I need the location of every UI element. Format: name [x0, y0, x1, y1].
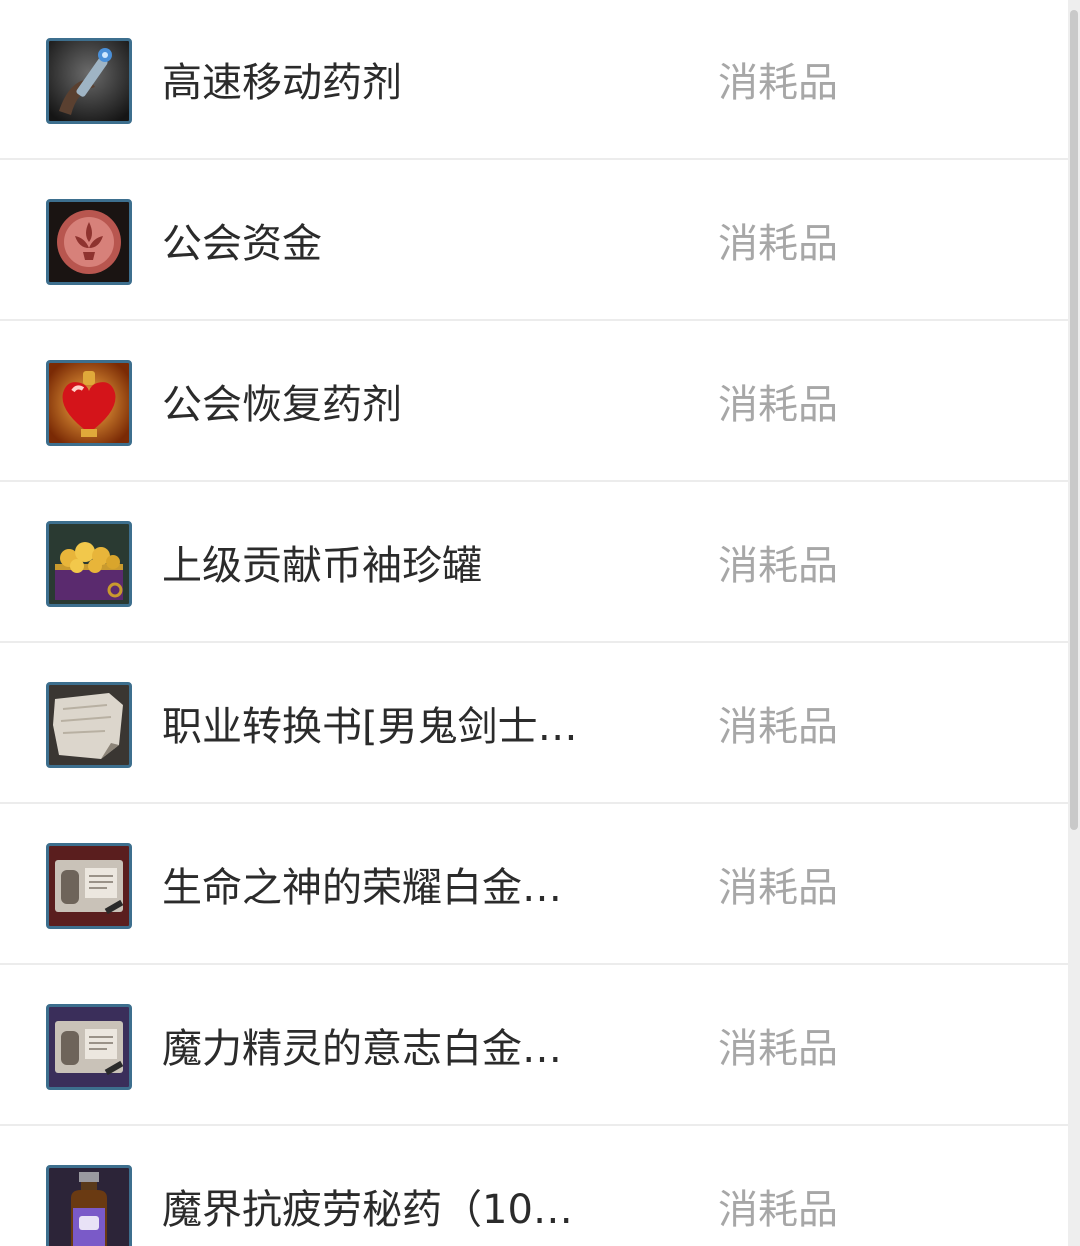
item-type: 消耗品	[718, 1026, 838, 1072]
scroll-icon	[46, 682, 132, 768]
item-name: 魔界抗疲劳秘药（10…	[162, 1187, 573, 1233]
list-item[interactable]: 魔界抗疲劳秘药（10… 消耗品	[0, 1127, 1068, 1246]
platinum-box-icon	[46, 843, 132, 929]
item-type: 消耗品	[718, 543, 838, 589]
item-type: 消耗品	[718, 60, 838, 106]
item-name: 生命之神的荣耀白金…	[162, 865, 562, 911]
list-item[interactable]: 魔力精灵的意志白金… 消耗品	[0, 966, 1068, 1126]
item-list: 高速移动药剂 消耗品 公会资金 消耗品 公会恢复药剂 消耗品 上级贡献币袖珍罐 …	[0, 0, 1068, 1246]
scrollbar[interactable]	[1068, 0, 1080, 1246]
item-name: 魔力精灵的意志白金…	[162, 1026, 562, 1072]
heart-potion-icon	[46, 360, 132, 446]
list-item[interactable]: 上级贡献币袖珍罐 消耗品	[0, 483, 1068, 643]
medicine-bottle-icon	[46, 1165, 132, 1246]
list-item[interactable]: 公会恢复药剂 消耗品	[0, 322, 1068, 482]
item-name: 公会恢复药剂	[162, 382, 402, 428]
item-name: 公会资金	[162, 221, 322, 267]
gold-chest-icon	[46, 521, 132, 607]
list-item[interactable]: 职业转换书[男鬼剑士… 消耗品	[0, 644, 1068, 804]
item-name: 职业转换书[男鬼剑士…	[162, 704, 578, 750]
scrollbar-thumb[interactable]	[1070, 10, 1078, 830]
list-item[interactable]: 生命之神的荣耀白金… 消耗品	[0, 805, 1068, 965]
item-type: 消耗品	[718, 704, 838, 750]
item-name: 高速移动药剂	[162, 60, 402, 106]
speed-potion-icon	[46, 38, 132, 124]
item-type: 消耗品	[718, 221, 838, 267]
item-type: 消耗品	[718, 865, 838, 911]
guild-coin-icon	[46, 199, 132, 285]
item-type: 消耗品	[718, 382, 838, 428]
item-name: 上级贡献币袖珍罐	[162, 543, 482, 589]
platinum-box-icon	[46, 1004, 132, 1090]
item-type: 消耗品	[718, 1187, 838, 1233]
list-item[interactable]: 公会资金 消耗品	[0, 161, 1068, 321]
list-item[interactable]: 高速移动药剂 消耗品	[0, 0, 1068, 160]
